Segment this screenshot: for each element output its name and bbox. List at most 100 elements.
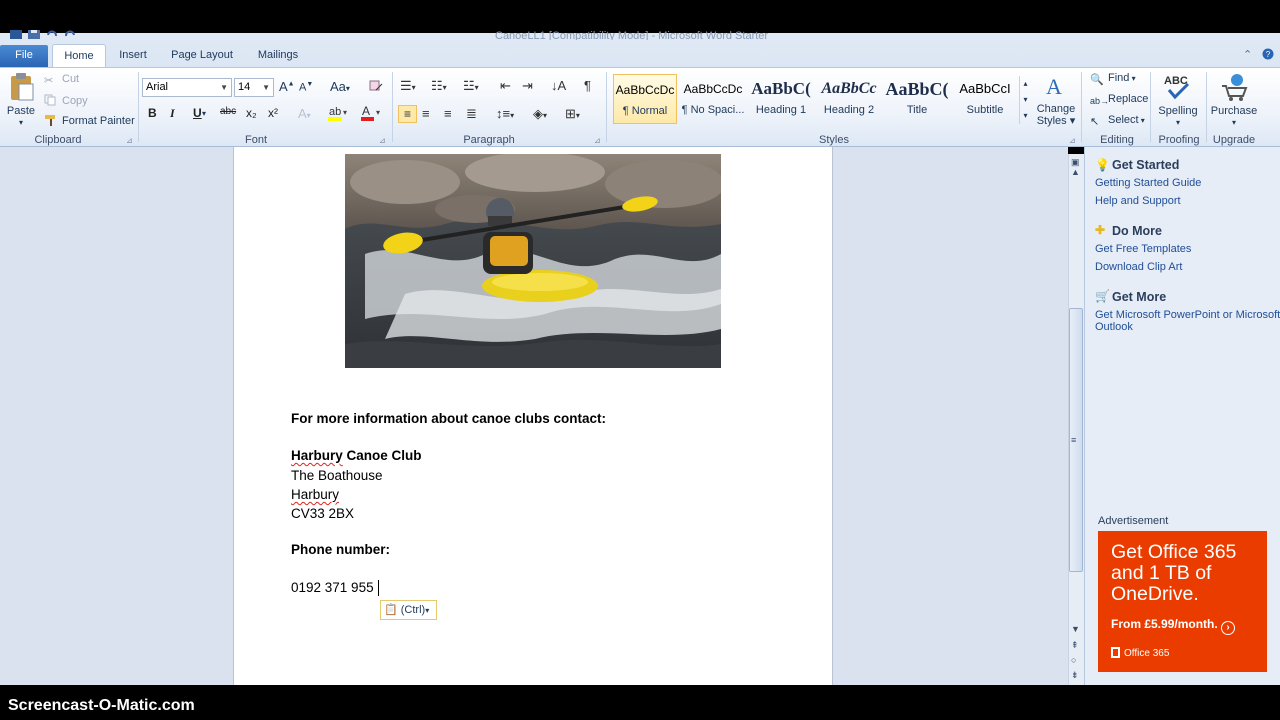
scroll-down-icon[interactable]: ▼ (1071, 624, 1080, 634)
style-subtitle[interactable]: AaBbCcI Subtitle (953, 74, 1017, 124)
line-spacing-icon[interactable]: ↕≡▾ (496, 106, 514, 121)
ad-price: From £5.99/month. › (1111, 617, 1236, 635)
get-office-apps-link-2[interactable]: Outlook (1095, 321, 1133, 333)
change-case-icon[interactable]: Aa▾ (330, 79, 350, 94)
underline-dropdown-icon[interactable]: ▾ (202, 109, 206, 118)
purchase-button[interactable]: Purchase ▾ (1208, 72, 1260, 129)
paragraph-launcher-icon[interactable]: ⊿ (594, 136, 601, 145)
purchase-label: Purchase (1210, 105, 1258, 117)
cursor-arrow-icon: ↖ (1090, 116, 1100, 128)
ad-brand: Office 365 (1111, 647, 1169, 659)
styles-launcher-icon[interactable]: ⊿ (1069, 136, 1076, 145)
style-normal[interactable]: AaBbCcDc ¶ Normal (613, 74, 677, 124)
style-title[interactable]: AaBbC( Title (885, 74, 949, 124)
highlight-color-button[interactable]: ab ▾ (327, 104, 349, 125)
shading-icon[interactable]: ◈▾ (533, 106, 547, 122)
cut-button[interactable]: ✂ Cut (44, 73, 79, 87)
grow-font-icon[interactable]: A▲ (279, 79, 295, 94)
numbering-icon[interactable]: ☷▾ (431, 78, 447, 94)
increase-indent-icon[interactable]: ⇥ (522, 78, 533, 94)
justify-icon[interactable]: ≣ (466, 106, 477, 122)
ribbon-tab-row: File Home Insert Page Layout Mailings ⌃ … (0, 40, 1280, 67)
style-sample: AaBbCcDc (683, 82, 743, 96)
font-group-label: Font (244, 134, 267, 146)
replace-button[interactable]: ab→Replace (1090, 93, 1148, 108)
ribbon: Paste ▾ ✂ Cut Copy Format Painter Clipboa… (0, 67, 1280, 147)
paste-label: Paste (6, 105, 36, 117)
getting-started-guide-link[interactable]: Getting Started Guide (1095, 177, 1201, 189)
italic-button[interactable]: I (170, 106, 175, 121)
tab-mailings[interactable]: Mailings (248, 44, 308, 67)
clear-formatting-icon[interactable] (368, 78, 384, 97)
tab-file[interactable]: File (0, 45, 48, 67)
select-label: Select (1108, 114, 1139, 126)
bold-button[interactable]: B (148, 106, 157, 120)
subscript-button[interactable]: x₂ (246, 106, 257, 120)
help-support-link[interactable]: Help and Support (1095, 195, 1181, 207)
tab-page-layout[interactable]: Page Layout (164, 44, 240, 67)
borders-icon[interactable]: ⊞▾ (565, 106, 580, 122)
previous-page-icon[interactable]: ⇞ (1071, 640, 1079, 651)
highlighter-icon: ab ▾ (328, 106, 347, 121)
multilevel-list-icon[interactable]: ☳▾ (463, 78, 479, 94)
text-effects-icon[interactable]: A▾ (298, 106, 311, 121)
underline-button[interactable]: U (193, 106, 202, 120)
kayaker-image (345, 154, 721, 368)
help-icon[interactable]: ? (1262, 48, 1274, 63)
spelling-check-icon: ABC (1164, 75, 1190, 100)
select-button[interactable]: ↖ Select ▾ (1090, 114, 1145, 128)
tab-home[interactable]: Home (52, 44, 106, 67)
svg-text:ab: ab (329, 106, 341, 118)
group-separator (138, 72, 139, 142)
copy-button[interactable]: Copy (44, 94, 88, 107)
align-left-icon[interactable]: ≡ (398, 105, 417, 123)
advertisement-label: Advertisement (1098, 515, 1169, 527)
decrease-indent-icon[interactable]: ⇤ (500, 78, 511, 94)
get-office-apps-link[interactable]: Get Microsoft PowerPoint or Microsoft (1095, 309, 1280, 321)
minimize-ribbon-icon[interactable]: ⌃ (1243, 48, 1252, 61)
bullets-icon[interactable]: ☰▾ (400, 78, 416, 94)
font-size-combo[interactable]: 14 ▼ (234, 78, 274, 97)
paste-options-button[interactable]: 📋 (Ctrl)▾ (380, 600, 437, 620)
superscript-button[interactable]: x² (268, 106, 278, 120)
save-icon[interactable] (28, 30, 40, 39)
undo-icon[interactable] (46, 30, 58, 39)
free-templates-link[interactable]: Get Free Templates (1095, 243, 1191, 255)
style-name: Heading 2 (823, 104, 875, 116)
proofing-group-label: Proofing (1158, 134, 1200, 146)
find-button[interactable]: 🔍 Find ▾ (1090, 72, 1136, 86)
purchase-dropdown-icon: ▾ (1231, 118, 1236, 127)
change-styles-button[interactable]: A Change Styles ▾ (1034, 72, 1078, 127)
font-name-combo[interactable]: Arial ▼ (142, 78, 232, 97)
scroll-up-icon[interactable]: ▲ (1071, 167, 1080, 177)
office-365-ad[interactable]: Get Office 365 and 1 TB of OneDrive. Fro… (1098, 531, 1267, 672)
browse-object-icon[interactable]: ○ (1071, 655, 1076, 665)
next-page-icon[interactable]: ⇟ (1071, 670, 1079, 681)
styles-gallery-scroll[interactable]: ▴ ▾ ▾ (1019, 76, 1031, 124)
svg-text:A: A (362, 104, 370, 118)
align-center-icon[interactable]: ≡ (422, 106, 430, 121)
spelling-button[interactable]: ABC Spelling ▾ (1154, 72, 1202, 129)
paste-button[interactable]: Paste ▾ (4, 72, 38, 130)
sort-icon[interactable]: ↓A (551, 78, 566, 93)
style-sample: AaBbCcI (959, 81, 1011, 96)
clipboard-launcher-icon[interactable]: ⊿ (126, 136, 133, 145)
download-clip-art-link[interactable]: Download Clip Art (1095, 261, 1182, 273)
show-formatting-icon[interactable]: ¶ (584, 78, 591, 93)
shopping-cart-icon (1222, 74, 1248, 101)
style-no-spacing[interactable]: AaBbCcDc ¶ No Spaci... (681, 74, 745, 124)
align-right-icon[interactable]: ≡ (444, 106, 452, 121)
chevron-down-icon: ▼ (220, 83, 228, 92)
style-heading-2[interactable]: AaBbCc Heading 2 (817, 74, 881, 124)
office-logo-icon (1111, 647, 1120, 658)
strikethrough-button[interactable]: abc (220, 106, 236, 117)
redo-icon[interactable] (64, 30, 76, 39)
kayak-photo[interactable] (345, 154, 721, 368)
tab-insert[interactable]: Insert (110, 44, 156, 67)
format-painter-button[interactable]: Format Painter (44, 114, 135, 127)
font-launcher-icon[interactable]: ⊿ (379, 136, 386, 145)
shrink-font-icon[interactable]: A▼ (299, 81, 313, 94)
club-name: Harbury Canoe Club (291, 448, 422, 463)
style-heading-1[interactable]: AaBbC( Heading 1 (749, 74, 813, 124)
font-color-button[interactable]: A ▾ (360, 104, 382, 125)
